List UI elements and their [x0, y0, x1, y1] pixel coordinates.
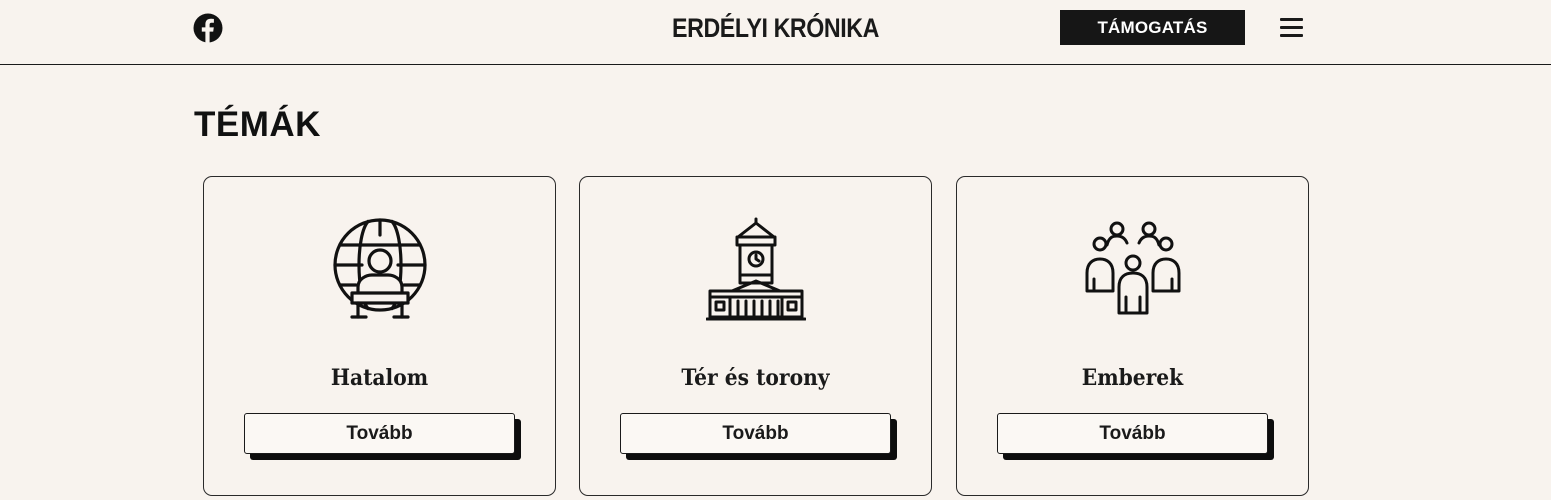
more-button[interactable]: Tovább — [997, 413, 1268, 454]
menu-bar — [1280, 18, 1303, 21]
topic-card-title: Tér és torony — [681, 365, 830, 391]
more-button-wrapper: Tovább — [997, 413, 1275, 460]
topic-card-emberek: Emberek Tovább — [956, 176, 1309, 496]
site-header: ERDÉLYI KRÓNIKA TÁMOGATÁS — [0, 0, 1551, 65]
topic-card-hatalom: Hatalom Tovább — [203, 176, 556, 496]
support-button[interactable]: TÁMOGATÁS — [1060, 10, 1245, 45]
topic-card-ter-es-torony: Tér és torony Tovább — [579, 176, 932, 496]
section-title: TÉMÁK — [194, 105, 321, 144]
globe-podium-speaker-icon — [333, 218, 427, 319]
more-button[interactable]: Tovább — [244, 413, 515, 454]
clock-tower-building-icon — [706, 217, 806, 321]
page: ERDÉLYI KRÓNIKA TÁMOGATÁS TÉMÁK Hatalom … — [0, 0, 1551, 500]
menu-bar — [1280, 34, 1303, 37]
people-group-icon — [1085, 221, 1181, 315]
topic-card-title: Hatalom — [330, 365, 429, 391]
topic-card-title: Emberek — [1081, 365, 1184, 391]
menu-bar — [1280, 26, 1303, 29]
more-button[interactable]: Tovább — [620, 413, 891, 454]
more-button-wrapper: Tovább — [244, 413, 522, 460]
hamburger-menu-icon[interactable] — [1280, 17, 1303, 38]
more-button-wrapper: Tovább — [620, 413, 898, 460]
